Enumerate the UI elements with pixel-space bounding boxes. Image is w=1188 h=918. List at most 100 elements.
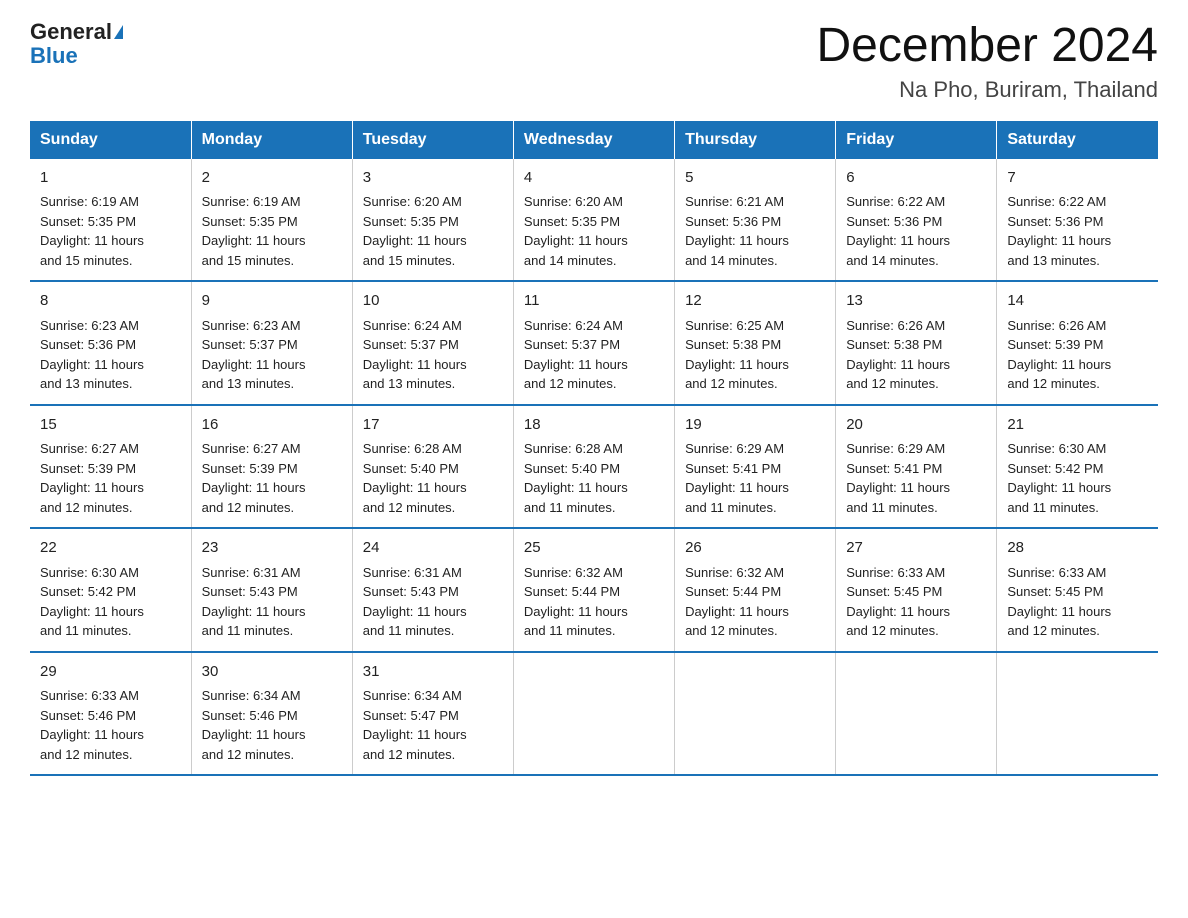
day-info: Sunrise: 6:28 AMSunset: 5:40 PMDaylight:… [363, 439, 503, 517]
day-number: 15 [40, 414, 181, 437]
day-info: Sunrise: 6:31 AMSunset: 5:43 PMDaylight:… [363, 563, 503, 641]
header-friday: Friday [836, 121, 997, 159]
day-info: Sunrise: 6:30 AMSunset: 5:42 PMDaylight:… [40, 563, 181, 641]
calendar-day-21: 21Sunrise: 6:30 AMSunset: 5:42 PMDayligh… [997, 405, 1158, 529]
calendar-day-27: 27Sunrise: 6:33 AMSunset: 5:45 PMDayligh… [836, 528, 997, 652]
day-number: 6 [846, 167, 986, 190]
calendar-empty-cell [675, 652, 836, 776]
day-number: 30 [202, 661, 342, 684]
day-info: Sunrise: 6:19 AMSunset: 5:35 PMDaylight:… [202, 192, 342, 270]
calendar-day-10: 10 Sunrise: 6:24 AMSunset: 5:37 PMDayligh… [352, 281, 513, 405]
calendar-day-15: 15Sunrise: 6:27 AMSunset: 5:39 PMDayligh… [30, 405, 191, 529]
header-saturday: Saturday [997, 121, 1158, 159]
day-number: 1 [40, 167, 181, 190]
calendar-day-23: 23 Sunrise: 6:31 AMSunset: 5:43 PMDayligh… [191, 528, 352, 652]
day-number: 8 [40, 290, 181, 313]
calendar-empty-cell [997, 652, 1158, 776]
calendar-table: SundayMondayTuesdayWednesdayThursdayFrid… [30, 121, 1158, 777]
day-info: Sunrise: 6:31 AMSunset: 5:43 PMDaylight:… [202, 563, 342, 641]
day-info: Sunrise: 6:20 AMSunset: 5:35 PMDaylight:… [363, 192, 503, 270]
day-number: 7 [1007, 167, 1148, 190]
day-number: 12 [685, 290, 825, 313]
calendar-week-row: 29Sunrise: 6:33 AMSunset: 5:46 PMDayligh… [30, 652, 1158, 776]
day-number: 28 [1007, 537, 1148, 560]
calendar-day-9: 9 Sunrise: 6:23 AMSunset: 5:37 PMDaylight… [191, 281, 352, 405]
day-number: 29 [40, 661, 181, 684]
calendar-week-row: 22 Sunrise: 6:30 AMSunset: 5:42 PMDayligh… [30, 528, 1158, 652]
calendar-empty-cell [513, 652, 674, 776]
calendar-day-18: 18Sunrise: 6:28 AMSunset: 5:40 PMDayligh… [513, 405, 674, 529]
day-number: 10 [363, 290, 503, 313]
day-number: 17 [363, 414, 503, 437]
calendar-day-29: 29Sunrise: 6:33 AMSunset: 5:46 PMDayligh… [30, 652, 191, 776]
calendar-day-17: 17Sunrise: 6:28 AMSunset: 5:40 PMDayligh… [352, 405, 513, 529]
day-number: 9 [202, 290, 342, 313]
calendar-day-16: 16Sunrise: 6:27 AMSunset: 5:39 PMDayligh… [191, 405, 352, 529]
day-info: Sunrise: 6:24 AMSunset: 5:37 PMDaylight:… [363, 316, 503, 394]
calendar-day-8: 8 Sunrise: 6:23 AMSunset: 5:36 PMDaylight… [30, 281, 191, 405]
day-info: Sunrise: 6:32 AMSunset: 5:44 PMDaylight:… [524, 563, 664, 641]
calendar-day-28: 28 Sunrise: 6:33 AMSunset: 5:45 PMDayligh… [997, 528, 1158, 652]
calendar-day-30: 30Sunrise: 6:34 AMSunset: 5:46 PMDayligh… [191, 652, 352, 776]
day-number: 14 [1007, 290, 1148, 313]
day-info: Sunrise: 6:26 AMSunset: 5:39 PMDaylight:… [1007, 316, 1148, 394]
calendar-week-row: 8 Sunrise: 6:23 AMSunset: 5:36 PMDaylight… [30, 281, 1158, 405]
day-info: Sunrise: 6:33 AMSunset: 5:46 PMDaylight:… [40, 686, 181, 764]
calendar-week-row: 15Sunrise: 6:27 AMSunset: 5:39 PMDayligh… [30, 405, 1158, 529]
day-number: 16 [202, 414, 342, 437]
day-info: Sunrise: 6:29 AMSunset: 5:41 PMDaylight:… [685, 439, 825, 517]
day-number: 2 [202, 167, 342, 190]
calendar-day-12: 12Sunrise: 6:25 AMSunset: 5:38 PMDayligh… [675, 281, 836, 405]
day-info: Sunrise: 6:34 AMSunset: 5:47 PMDaylight:… [363, 686, 503, 764]
calendar-day-5: 5Sunrise: 6:21 AMSunset: 5:36 PMDaylight… [675, 159, 836, 282]
day-number: 23 [202, 537, 342, 560]
day-info: Sunrise: 6:27 AMSunset: 5:39 PMDaylight:… [202, 439, 342, 517]
calendar-day-19: 19Sunrise: 6:29 AMSunset: 5:41 PMDayligh… [675, 405, 836, 529]
day-info: Sunrise: 6:22 AMSunset: 5:36 PMDaylight:… [1007, 192, 1148, 270]
day-number: 11 [524, 290, 664, 313]
day-number: 21 [1007, 414, 1148, 437]
calendar-day-24: 24 Sunrise: 6:31 AMSunset: 5:43 PMDayligh… [352, 528, 513, 652]
calendar-day-11: 11 Sunrise: 6:24 AMSunset: 5:37 PMDayligh… [513, 281, 674, 405]
header-sunday: Sunday [30, 121, 191, 159]
day-info: Sunrise: 6:32 AMSunset: 5:44 PMDaylight:… [685, 563, 825, 641]
day-info: Sunrise: 6:19 AMSunset: 5:35 PMDaylight:… [40, 192, 181, 270]
day-info: Sunrise: 6:27 AMSunset: 5:39 PMDaylight:… [40, 439, 181, 517]
day-number: 26 [685, 537, 825, 560]
day-info: Sunrise: 6:26 AMSunset: 5:38 PMDaylight:… [846, 316, 986, 394]
calendar-day-14: 14 Sunrise: 6:26 AMSunset: 5:39 PMDayligh… [997, 281, 1158, 405]
day-info: Sunrise: 6:33 AMSunset: 5:45 PMDaylight:… [1007, 563, 1148, 641]
calendar-day-3: 3Sunrise: 6:20 AMSunset: 5:35 PMDaylight… [352, 159, 513, 282]
day-number: 25 [524, 537, 664, 560]
day-info: Sunrise: 6:20 AMSunset: 5:35 PMDaylight:… [524, 192, 664, 270]
header-wednesday: Wednesday [513, 121, 674, 159]
header-tuesday: Tuesday [352, 121, 513, 159]
page-header: General Blue December 2024 Na Pho, Burir… [30, 20, 1158, 103]
day-number: 20 [846, 414, 986, 437]
calendar-subtitle: Na Pho, Buriram, Thailand [816, 77, 1158, 103]
day-info: Sunrise: 6:22 AMSunset: 5:36 PMDaylight:… [846, 192, 986, 270]
calendar-day-6: 6Sunrise: 6:22 AMSunset: 5:36 PMDaylight… [836, 159, 997, 282]
calendar-day-7: 7Sunrise: 6:22 AMSunset: 5:36 PMDaylight… [997, 159, 1158, 282]
calendar-day-20: 20Sunrise: 6:29 AMSunset: 5:41 PMDayligh… [836, 405, 997, 529]
day-info: Sunrise: 6:24 AMSunset: 5:37 PMDaylight:… [524, 316, 664, 394]
day-number: 4 [524, 167, 664, 190]
day-info: Sunrise: 6:23 AMSunset: 5:36 PMDaylight:… [40, 316, 181, 394]
day-number: 5 [685, 167, 825, 190]
calendar-day-31: 31Sunrise: 6:34 AMSunset: 5:47 PMDayligh… [352, 652, 513, 776]
day-number: 22 [40, 537, 181, 560]
day-info: Sunrise: 6:30 AMSunset: 5:42 PMDaylight:… [1007, 439, 1148, 517]
day-info: Sunrise: 6:23 AMSunset: 5:37 PMDaylight:… [202, 316, 342, 394]
calendar-day-1: 1Sunrise: 6:19 AMSunset: 5:35 PMDaylight… [30, 159, 191, 282]
calendar-day-13: 13Sunrise: 6:26 AMSunset: 5:38 PMDayligh… [836, 281, 997, 405]
day-info: Sunrise: 6:28 AMSunset: 5:40 PMDaylight:… [524, 439, 664, 517]
day-info: Sunrise: 6:29 AMSunset: 5:41 PMDaylight:… [846, 439, 986, 517]
logo-general: General [30, 20, 112, 44]
calendar-empty-cell [836, 652, 997, 776]
calendar-day-25: 25 Sunrise: 6:32 AMSunset: 5:44 PMDayligh… [513, 528, 674, 652]
calendar-day-26: 26 Sunrise: 6:32 AMSunset: 5:44 PMDayligh… [675, 528, 836, 652]
header-thursday: Thursday [675, 121, 836, 159]
day-number: 31 [363, 661, 503, 684]
calendar-header-row: SundayMondayTuesdayWednesdayThursdayFrid… [30, 121, 1158, 159]
day-number: 24 [363, 537, 503, 560]
